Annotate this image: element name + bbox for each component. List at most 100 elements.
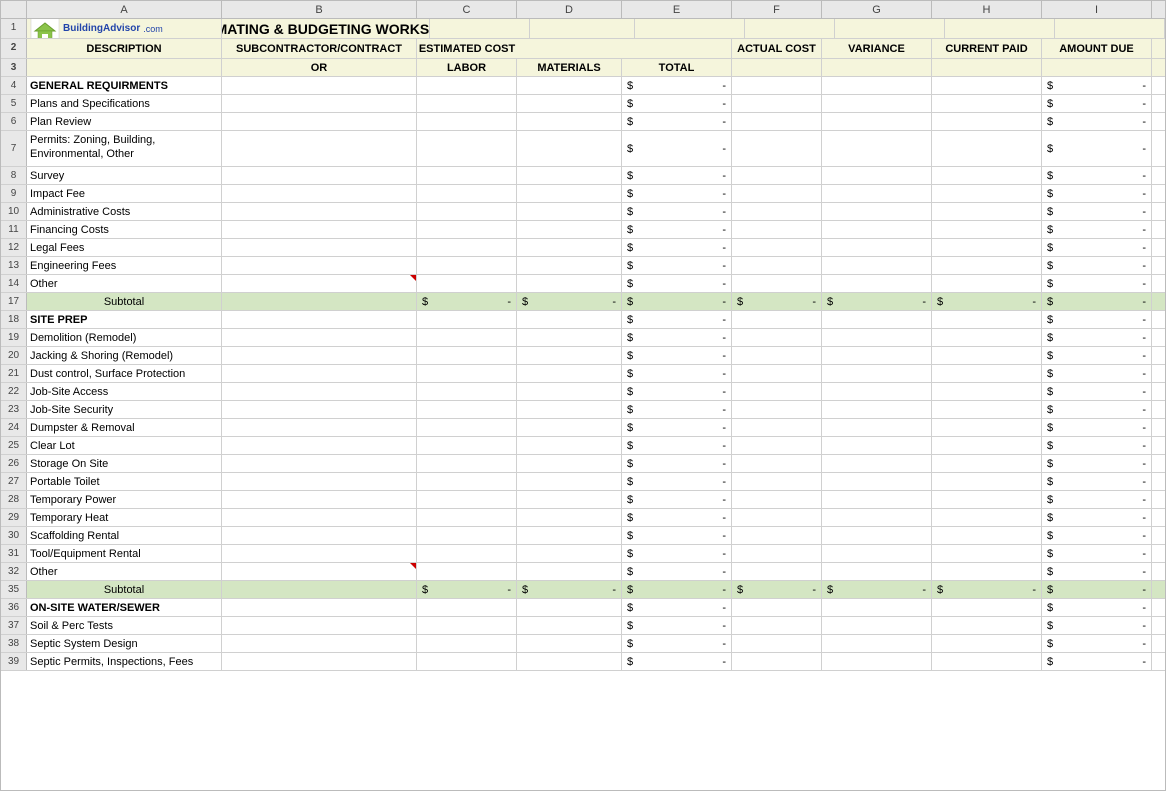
row1-c xyxy=(430,19,530,38)
row9-g xyxy=(822,185,932,202)
row14-c xyxy=(417,275,517,292)
row37-b xyxy=(222,617,417,634)
row26-a: Storage On Site xyxy=(27,455,222,472)
row11-f xyxy=(732,221,822,238)
row-num-27: 27 xyxy=(1,473,27,490)
row14-f xyxy=(732,275,822,292)
row20-f xyxy=(732,347,822,364)
row14-b xyxy=(222,275,417,292)
row39-g xyxy=(822,653,932,670)
row18-g xyxy=(822,311,932,328)
row12-b xyxy=(222,239,417,256)
col-header-d: D xyxy=(517,1,622,18)
row36-i: $- xyxy=(1042,599,1152,616)
row-num-18: 18 xyxy=(1,311,27,328)
row8-f xyxy=(732,167,822,184)
row23-a: Job-Site Security xyxy=(27,401,222,418)
row-num-10: 10 xyxy=(1,203,27,220)
row11-d xyxy=(517,221,622,238)
header-variance: VARIANCE xyxy=(822,39,932,58)
row7-a: Permits: Zoning, Building,Environmental,… xyxy=(27,131,222,166)
row29-c xyxy=(417,509,517,526)
row-num-9: 9 xyxy=(1,185,27,202)
row-29: 29 Temporary Heat $- $- xyxy=(1,509,1165,527)
row23-g xyxy=(822,401,932,418)
row5-a: Plans and Specifications xyxy=(27,95,222,112)
row14-g xyxy=(822,275,932,292)
row39-c xyxy=(417,653,517,670)
row24-d xyxy=(517,419,622,436)
row-5: 5 Plans and Specifications $- $- xyxy=(1,95,1165,113)
row17-b xyxy=(222,293,417,310)
row12-h xyxy=(932,239,1042,256)
row27-i: $- xyxy=(1042,473,1152,490)
row19-a: Demolition (Remodel) xyxy=(27,329,222,346)
column-headers: A B C D E F G H I xyxy=(1,1,1165,19)
row27-e: $- xyxy=(622,473,732,490)
row-num-35: 35 xyxy=(1,581,27,598)
row6-b xyxy=(222,113,417,130)
row28-f xyxy=(732,491,822,508)
row11-i: $- xyxy=(1042,221,1152,238)
row10-d xyxy=(517,203,622,220)
row21-c xyxy=(417,365,517,382)
row5-e: $- xyxy=(622,95,732,112)
row4-h xyxy=(932,77,1042,94)
row10-i: $- xyxy=(1042,203,1152,220)
row12-a: Legal Fees xyxy=(27,239,222,256)
row5-i: $- xyxy=(1042,95,1152,112)
row-num-32: 32 xyxy=(1,563,27,580)
row31-e: $- xyxy=(622,545,732,562)
row21-g xyxy=(822,365,932,382)
row29-b xyxy=(222,509,417,526)
row20-c xyxy=(417,347,517,364)
row23-b xyxy=(222,401,417,418)
row22-f xyxy=(732,383,822,400)
row19-i: $- xyxy=(1042,329,1152,346)
row29-h xyxy=(932,509,1042,526)
row35-h: $- xyxy=(932,581,1042,598)
row1-e xyxy=(635,19,745,38)
row17-g: $- xyxy=(822,293,932,310)
row27-g xyxy=(822,473,932,490)
col-header-i: I xyxy=(1042,1,1152,18)
row1-f xyxy=(745,19,835,38)
row-10: 10 Administrative Costs $- $- xyxy=(1,203,1165,221)
row28-g xyxy=(822,491,932,508)
row17-h: $- xyxy=(932,293,1042,310)
row6-e: $- xyxy=(622,113,732,130)
row37-i: $- xyxy=(1042,617,1152,634)
row36-e: $- xyxy=(622,599,732,616)
row-num-1: 1 xyxy=(1,19,27,38)
row30-d xyxy=(517,527,622,544)
row39-h xyxy=(932,653,1042,670)
row-num-19: 19 xyxy=(1,329,27,346)
row22-b xyxy=(222,383,417,400)
worksheet-title: ESTIMATING & BUDGETING WORKSHEET xyxy=(222,19,430,38)
row11-b xyxy=(222,221,417,238)
row19-b xyxy=(222,329,417,346)
row-num-12: 12 xyxy=(1,239,27,256)
row12-e: $- xyxy=(622,239,732,256)
row6-d xyxy=(517,113,622,130)
row23-e: $- xyxy=(622,401,732,418)
row10-f xyxy=(732,203,822,220)
row-23: 23 Job-Site Security $- $- xyxy=(1,401,1165,419)
row-num-23: 23 xyxy=(1,401,27,418)
row28-a: Temporary Power xyxy=(27,491,222,508)
row38-a: Septic System Design xyxy=(27,635,222,652)
row22-i: $- xyxy=(1042,383,1152,400)
row-35: 35 Subtotal $- $- $- $- $- $- $- xyxy=(1,581,1165,599)
row7-h xyxy=(932,131,1042,166)
row-26: 26 Storage On Site $- $- xyxy=(1,455,1165,473)
row27-c xyxy=(417,473,517,490)
header-estimated-cost-3 xyxy=(622,39,732,58)
corner-cell xyxy=(1,1,27,18)
row-num-11: 11 xyxy=(1,221,27,238)
row35-f: $- xyxy=(732,581,822,598)
row38-h xyxy=(932,635,1042,652)
row-37: 37 Soil & Perc Tests $- $- xyxy=(1,617,1165,635)
row-num-39: 39 xyxy=(1,653,27,670)
row38-e: $- xyxy=(622,635,732,652)
row20-e: $- xyxy=(622,347,732,364)
